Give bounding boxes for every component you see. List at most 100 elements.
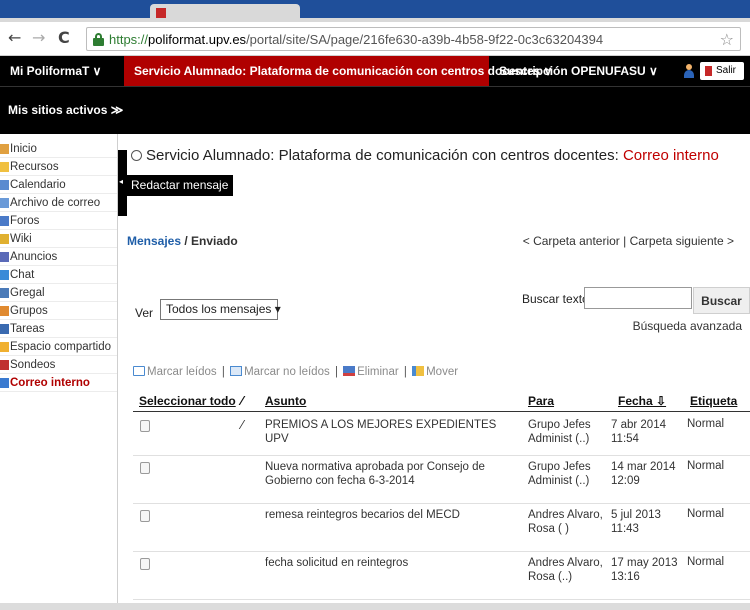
compose-message-button[interactable]: Redactar mensaje	[127, 175, 233, 196]
delete-icon	[343, 366, 356, 376]
sidebar-item[interactable]: Correo interno	[0, 374, 117, 392]
sidebar-item[interactable]: Foros	[0, 212, 117, 230]
groups-icon	[0, 306, 9, 316]
mail-archive-icon	[0, 198, 9, 208]
mark-read-icon	[133, 366, 145, 376]
page-title-site: Servicio Alumnado: Plataforma de comunic…	[146, 147, 623, 164]
browser-tab[interactable]	[150, 4, 300, 22]
view-filter-select[interactable]: Todos los mensajes ▾	[160, 299, 281, 320]
sidebar-item[interactable]: Archivo de correo	[0, 194, 117, 212]
site-top-bar: Mi PoliformaT ∨ Servicio Alumnado: Plata…	[0, 56, 750, 86]
servicio-alumnado-menu[interactable]: Servicio Alumnado: Plataforma de comunic…	[124, 56, 552, 86]
sidebar-item[interactable]: Tareas	[0, 320, 117, 338]
action-separator: |	[334, 366, 338, 378]
label-cell: Normal	[687, 460, 725, 472]
sidebar-item-label: Gregal	[10, 287, 45, 299]
calendar-icon	[0, 180, 9, 190]
folder-icon	[0, 162, 9, 172]
move-action[interactable]: Mover	[426, 366, 458, 378]
subject-cell[interactable]: PREMIOS A LOS MEJORES EXPEDIENTES UPV	[265, 418, 517, 446]
sidebar-item-label: Sondeos	[10, 359, 56, 371]
home-icon	[0, 144, 9, 154]
sidebar-item[interactable]: Grupos	[0, 302, 117, 320]
url-text: https://poliformat.upv.es/portal/site/SA…	[109, 32, 603, 47]
search-input[interactable]	[584, 287, 692, 309]
polls-icon	[0, 360, 9, 370]
sidebar-item-label: Grupos	[10, 305, 48, 317]
sidebar-item-label: Archivo de correo	[10, 197, 101, 209]
sidebar-item[interactable]: Gregal	[0, 284, 117, 302]
suscripcion-menu[interactable]: Suscripción OPENUFASU ∨	[489, 56, 668, 86]
sidebar-item[interactable]: Anuncios	[0, 248, 117, 266]
collapse-arrow-icon: ◂	[119, 177, 124, 186]
table-row[interactable]: ⁄ PREMIOS A LOS MEJORES EXPEDIENTES UPV Gr…	[133, 414, 750, 456]
table-row[interactable]: fecha solicitud en reintegros Andres Alva…	[133, 552, 750, 600]
tool-menu: Inicio Recursos Calendario Archivo de corre…	[0, 134, 118, 610]
subject-cell[interactable]: fecha solicitud en reintegros	[265, 556, 517, 570]
mark-read-action[interactable]: Marcar leídos	[147, 366, 217, 378]
browser-toolbar: ← → C https://poliformat.upv.es/portal/s…	[0, 22, 750, 56]
table-row[interactable]: remesa reintegros becarios del MECD Andre…	[133, 504, 750, 552]
label-cell: Normal	[687, 508, 725, 520]
sidebar-item[interactable]: Inicio	[0, 140, 117, 158]
logout-label: Salir	[716, 65, 737, 76]
advanced-search-link[interactable]: Búsqueda avanzada	[633, 319, 742, 333]
sidebar-item-label: Anuncios	[10, 251, 58, 263]
mark-unread-icon	[230, 366, 243, 376]
attachment-header-icon: ⁄	[241, 394, 244, 408]
table-header-row: Seleccionar todo ⁄ Asunto Para Fecha ⇩ E…	[133, 392, 750, 412]
subject-cell[interactable]: remesa reintegros becarios del MECD	[265, 508, 517, 522]
to-header[interactable]: Para	[528, 394, 554, 408]
subject-header[interactable]: Asunto	[265, 394, 306, 408]
active-sites-bar: Mis sitios activos ≫	[0, 86, 750, 134]
mark-unread-action[interactable]: Marcar no leídos	[244, 366, 330, 378]
reload-icon[interactable]: C	[58, 30, 70, 46]
collapse-menu-handle[interactable]: ◂	[118, 150, 127, 216]
action-separator: |	[403, 366, 407, 378]
label-header[interactable]: Etiqueta	[690, 394, 737, 408]
horizontal-scrollbar[interactable]	[0, 603, 750, 610]
sidebar-item[interactable]: Recursos	[0, 158, 117, 176]
sidebar-item[interactable]: Calendario	[0, 176, 117, 194]
logout-button[interactable]: Salir	[700, 62, 744, 80]
row-checkbox[interactable]	[140, 558, 150, 570]
row-checkbox[interactable]	[140, 420, 150, 432]
page-title-tool: Correo interno	[622, 147, 719, 164]
back-arrow-icon[interactable]: ←	[8, 30, 21, 46]
move-folder-icon	[412, 366, 425, 376]
search-button[interactable]: Buscar	[693, 287, 750, 314]
delete-action[interactable]: Eliminar	[357, 366, 399, 378]
reset-tool-icon[interactable]	[131, 150, 142, 161]
address-bar-input[interactable]: https://poliformat.upv.es/portal/site/SA…	[86, 27, 741, 51]
forward-arrow-icon[interactable]: →	[32, 30, 45, 46]
to-cell: Andres Alvaro, Rosa (..)	[528, 557, 603, 583]
folder-navigation[interactable]: < Carpeta anterior | Carpeta siguiente >	[523, 234, 734, 248]
sidebar-item[interactable]: Espacio compartido	[0, 338, 117, 356]
bookmark-star-icon[interactable]: ☆	[720, 30, 734, 49]
sidebar-item[interactable]: Sondeos	[0, 356, 117, 374]
breadcrumb-messages-link[interactable]: Mensajes	[127, 234, 181, 248]
sidebar-item-label: Recursos	[10, 161, 59, 173]
select-all-header[interactable]: Seleccionar todo	[139, 394, 236, 408]
row-checkbox[interactable]	[140, 462, 150, 474]
active-sites-toggle[interactable]: Mis sitios activos ≫	[8, 103, 123, 117]
user-icon[interactable]	[683, 64, 695, 78]
sidebar-item-label: Tareas	[10, 323, 45, 335]
sidebar-item-label: Wiki	[10, 233, 32, 245]
date-header[interactable]: Fecha ⇩	[618, 394, 666, 408]
url-host: poliformat.upv.es	[148, 32, 247, 47]
to-cell: Grupo Jefes Administ (..)	[528, 419, 591, 445]
subject-cell[interactable]: Nueva normativa aprobada por Consejo de …	[265, 460, 517, 488]
favicon-icon	[156, 8, 166, 18]
browser-tab-strip	[0, 0, 750, 22]
row-checkbox[interactable]	[140, 510, 150, 522]
sidebar-item[interactable]: Chat	[0, 266, 117, 284]
sidebar-item[interactable]: Wiki	[0, 230, 117, 248]
mi-poliformat-menu[interactable]: Mi PoliformaT ∨	[0, 56, 124, 86]
chat-icon	[0, 270, 9, 280]
table-row[interactable]: Nueva normativa aprobada por Consejo de …	[133, 456, 750, 504]
exit-door-icon	[705, 66, 712, 76]
view-label: Ver	[135, 306, 154, 320]
url-protocol: https://	[109, 32, 149, 47]
internal-mail-icon	[0, 378, 9, 388]
